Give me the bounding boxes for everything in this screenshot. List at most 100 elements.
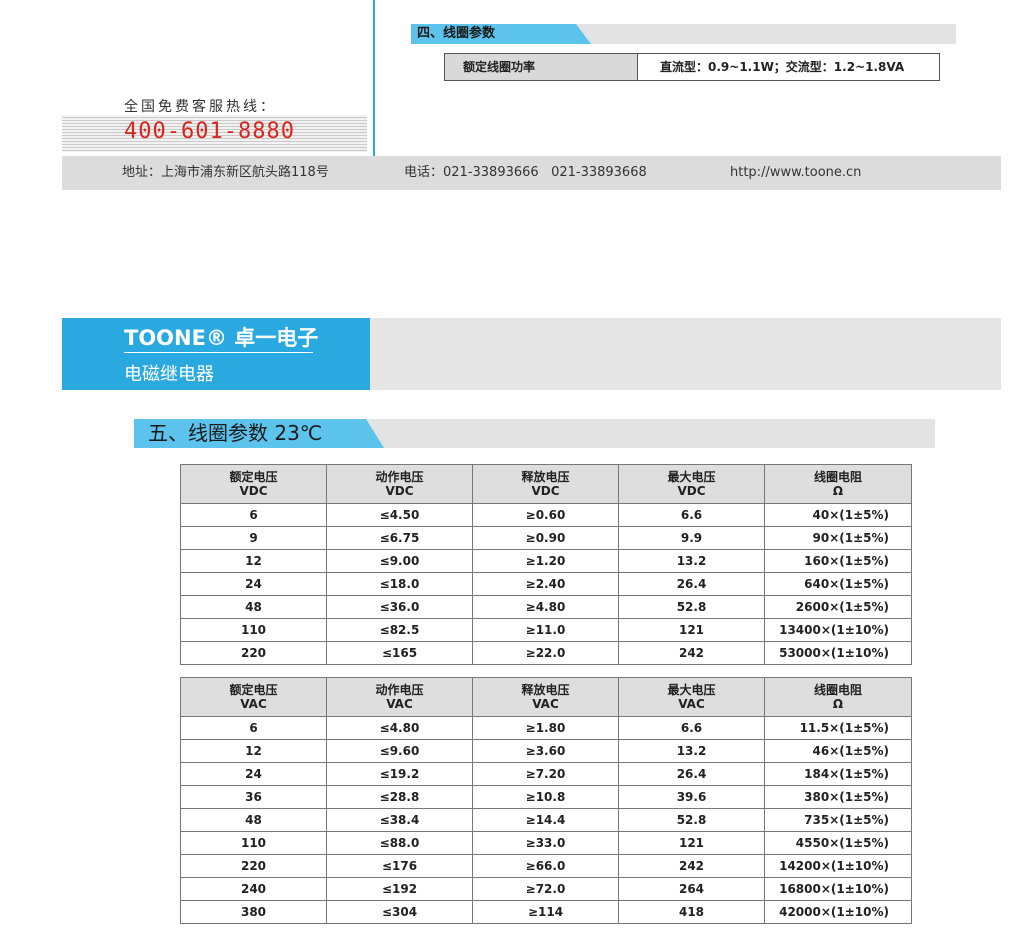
table-cell: ≤9.00 — [326, 549, 473, 573]
table-cell: 9 — [180, 526, 327, 550]
column-header: 最大电压 VDC — [618, 464, 765, 504]
table-cell: 160×(1±5%) — [764, 549, 912, 573]
table-row: 110 ≤88.0 ≥33.0 121 4550×(1±5%) — [180, 831, 912, 855]
column-header: 动作电压 VAC — [326, 677, 473, 717]
table-cell: 24 — [180, 762, 327, 786]
table-cell: ≥3.60 — [472, 739, 619, 763]
column-header-unit: Ω — [832, 697, 844, 711]
table-cell: 640×(1±5%) — [764, 572, 912, 596]
column-header: 额定电压 VAC — [180, 677, 327, 717]
table-cell: 14200×(1±10%) — [764, 854, 912, 878]
table-cell: 52.8 — [618, 595, 765, 619]
section-4-title: 四、线圈参数 — [411, 24, 591, 44]
table-row: 240 ≤192 ≥72.0 264 16800×(1±10%) — [180, 877, 912, 901]
hotline-label: 全国免费客服热线： — [124, 99, 277, 115]
table-cell: 735×(1±5%) — [764, 808, 912, 832]
table-row: 6 ≤4.80 ≥1.80 6.6 11.5×(1±5%) — [180, 716, 912, 740]
column-header-unit: VDC — [531, 484, 560, 498]
table-cell: ≤9.60 — [326, 739, 473, 763]
table-row: 36 ≤28.8 ≥10.8 39.6 380×(1±5%) — [180, 785, 912, 809]
table-cell: ≤82.5 — [326, 618, 473, 642]
ac-coil-table: 额定电压 VAC 动作电压 VAC 释放电压 VAC 最大电压 VAC 线圈电阻 Ω 6 ≤4.80… — [180, 677, 912, 924]
table-row: 9 ≤6.75 ≥0.90 9.9 90×(1±5%) — [180, 526, 912, 550]
column-header-label: 最大电压 — [667, 683, 716, 697]
table-cell: 52.8 — [618, 808, 765, 832]
table-cell: ≥22.0 — [472, 641, 619, 665]
table-cell: 26.4 — [618, 572, 765, 596]
table-cell: 121 — [618, 831, 765, 855]
column-header-unit: VDC — [239, 484, 268, 498]
dc-table-body: 6 ≤4.50 ≥0.60 6.6 40×(1±5%) 9 ≤6.75 ≥0.90 9.9 90×… — [180, 503, 912, 665]
table-cell: 48 — [180, 808, 327, 832]
table-cell: 110 — [180, 618, 327, 642]
column-header-label: 释放电压 — [521, 683, 570, 697]
contact-bar: 地址：上海市浦东新区航头路118号 电话：021-33893666 021-33… — [62, 156, 1001, 190]
brand-subtitle: 电磁继电器 — [124, 364, 214, 385]
table-cell: ≥0.60 — [472, 503, 619, 527]
column-header-label: 线圈电阻 — [813, 470, 862, 484]
header-band — [370, 318, 1001, 390]
table-cell: ≤4.80 — [326, 716, 473, 740]
table-row: 220 ≤165 ≥22.0 242 53000×(1±10%) — [180, 641, 912, 665]
table-row: 6 ≤4.50 ≥0.60 6.6 40×(1±5%) — [180, 503, 912, 527]
table-cell: 2600×(1±5%) — [764, 595, 912, 619]
table-cell: 36 — [180, 785, 327, 809]
column-header-unit: VAC — [678, 697, 705, 711]
column-header-unit: VAC — [240, 697, 267, 711]
table-cell: 380×(1±5%) — [764, 785, 912, 809]
website-link[interactable]: http://www.toone.cn — [730, 156, 861, 190]
table-cell: 184×(1±5%) — [764, 762, 912, 786]
table-cell: 39.6 — [618, 785, 765, 809]
table-cell: 242 — [618, 854, 765, 878]
table-cell: ≤176 — [326, 854, 473, 878]
table-cell: 110 — [180, 831, 327, 855]
table-row: 24 ≤18.0 ≥2.40 26.4 640×(1±5%) — [180, 572, 912, 596]
table-cell: ≤304 — [326, 900, 473, 924]
table-cell: ≥72.0 — [472, 877, 619, 901]
table-cell: 13400×(1±10%) — [764, 618, 912, 642]
column-header-label: 动作电压 — [375, 470, 424, 484]
table-cell: 240 — [180, 877, 327, 901]
table-cell: 46×(1±5%) — [764, 739, 912, 763]
table-cell: ≥1.20 — [472, 549, 619, 573]
coil-power-label: 额定线圈功率 — [445, 54, 638, 80]
table-cell: ≥2.40 — [472, 572, 619, 596]
column-header: 动作电压 VDC — [326, 464, 473, 504]
column-header: 额定电压 VDC — [180, 464, 327, 504]
coil-power-value: 直流型：0.9~1.1W；交流型：1.2~1.8VA — [660, 60, 905, 74]
column-header-label: 额定电压 — [229, 470, 278, 484]
table-cell: 42000×(1±10%) — [764, 900, 912, 924]
coil-power-table: 额定线圈功率 直流型：0.9~1.1W；交流型：1.2~1.8VA — [444, 53, 940, 81]
table-cell: ≤38.4 — [326, 808, 473, 832]
address-text: 地址：上海市浦东新区航头路118号 — [122, 165, 329, 180]
table-cell: 6.6 — [618, 716, 765, 740]
table-cell: 13.2 — [618, 739, 765, 763]
table-cell: ≥33.0 — [472, 831, 619, 855]
table-cell: 6 — [180, 716, 327, 740]
table-cell: 53000×(1±10%) — [764, 641, 912, 665]
column-header: 最大电压 VAC — [618, 677, 765, 717]
column-header-unit: VDC — [385, 484, 414, 498]
table-cell: 12 — [180, 739, 327, 763]
column-header: 释放电压 VDC — [472, 464, 619, 504]
table-cell: 6 — [180, 503, 327, 527]
table-cell: ≤19.2 — [326, 762, 473, 786]
column-header: 释放电压 VAC — [472, 677, 619, 717]
table-cell: ≤6.75 — [326, 526, 473, 550]
column-header: 线圈电阻 Ω — [764, 677, 912, 717]
table-row: 48 ≤36.0 ≥4.80 52.8 2600×(1±5%) — [180, 595, 912, 619]
column-header-unit: VDC — [677, 484, 706, 498]
table-cell: ≥10.8 — [472, 785, 619, 809]
table-cell: 242 — [618, 641, 765, 665]
table-cell: ≥11.0 — [472, 618, 619, 642]
table-cell: ≤18.0 — [326, 572, 473, 596]
table-row: 380 ≤304 ≥114 418 42000×(1±10%) — [180, 900, 912, 924]
table-cell: 6.6 — [618, 503, 765, 527]
dc-table-header: 额定电压 VDC 动作电压 VDC 释放电压 VDC 最大电压 VDC 线圈电阻 Ω — [180, 464, 912, 504]
table-cell: ≤165 — [326, 641, 473, 665]
table-cell: 4550×(1±5%) — [764, 831, 912, 855]
table-cell: 90×(1±5%) — [764, 526, 912, 550]
table-cell: ≤28.8 — [326, 785, 473, 809]
table-cell: ≤88.0 — [326, 831, 473, 855]
column-header-label: 最大电压 — [667, 470, 716, 484]
